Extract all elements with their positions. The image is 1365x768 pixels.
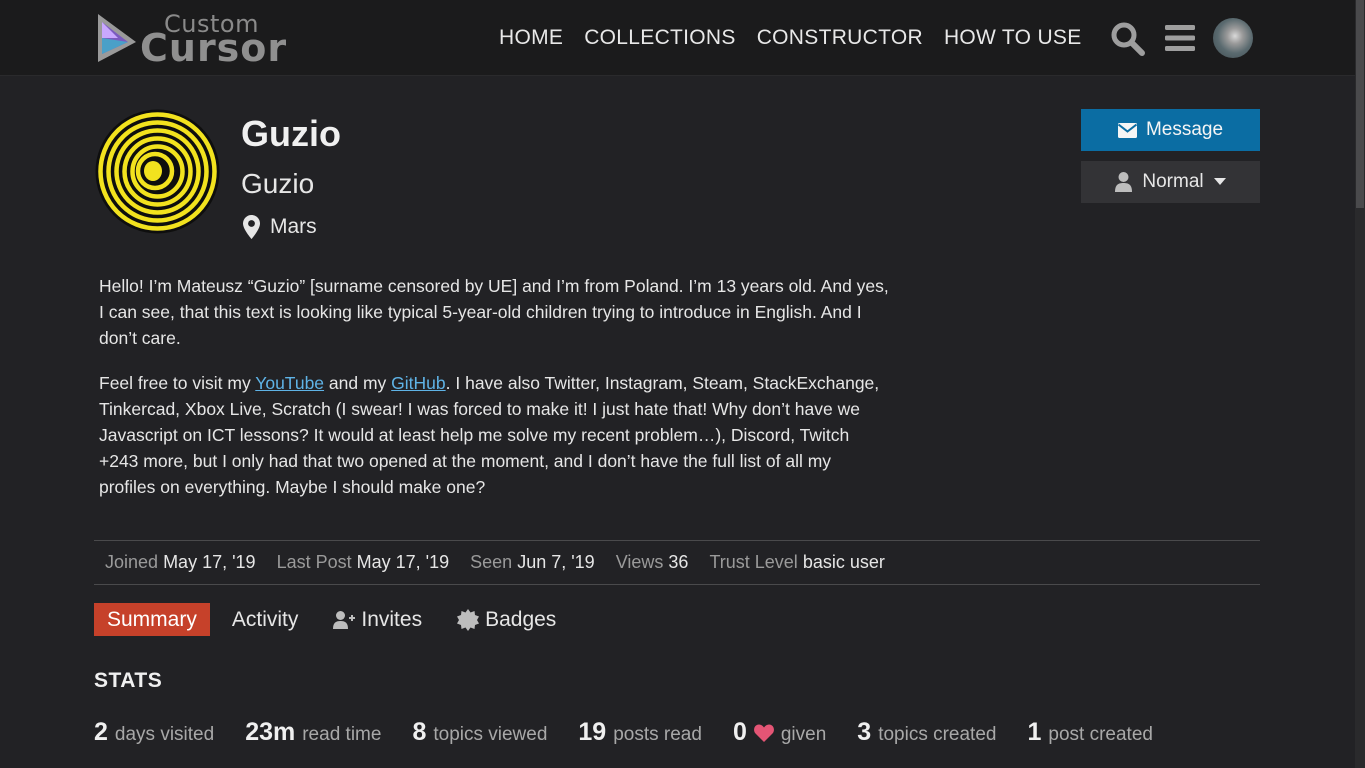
meta-seen: Seen Jun 7, '19 — [470, 552, 595, 572]
site-logo[interactable]: Custom Cursor — [96, 10, 286, 70]
search-icon[interactable] — [1110, 21, 1146, 57]
stats-heading: STATS — [94, 669, 163, 692]
site-header: Custom Cursor HOME COLLECTIONS CONSTRUCT… — [0, 0, 1355, 76]
tab-activity[interactable]: Activity — [219, 603, 312, 636]
nav-constructor[interactable]: CONSTRUCTOR — [757, 26, 923, 50]
meta-joined: Joined May 17, '19 — [105, 552, 256, 572]
notification-level-dropdown[interactable]: Normal — [1081, 161, 1260, 203]
nav-how-to-use[interactable]: HOW TO USE — [944, 26, 1082, 50]
tab-invites[interactable]: Invites — [320, 603, 435, 636]
youtube-link[interactable]: YouTube — [255, 373, 324, 393]
meta-trust-level: Trust Level basic user — [709, 552, 885, 572]
map-marker-icon — [243, 215, 260, 239]
bio-paragraph: Feel free to visit my YouTube and my Git… — [99, 373, 880, 497]
stats-list: 2 days visited 23m read time 8 topics viewe… — [94, 718, 1184, 747]
meta-views: Views 36 — [615, 552, 689, 572]
profile-bio: Hello! I’m Mateusz “Guzio” [surname cens… — [99, 273, 889, 519]
profile-full-name: Guzio — [241, 168, 315, 199]
message-button-label: Message — [1145, 119, 1224, 140]
caret-down-icon — [1213, 178, 1226, 185]
profile-username: Guzio — [241, 113, 341, 154]
logo-text-cursor: Cursor — [140, 26, 288, 70]
tab-summary[interactable]: Summary — [94, 603, 210, 636]
badge-icon — [457, 608, 480, 631]
current-user-avatar[interactable] — [1213, 18, 1253, 58]
profile-meta-bar: Joined May 17, '19 Last Post May 17, '19… — [94, 540, 1260, 585]
main-nav: HOME COLLECTIONS CONSTRUCTOR HOW TO USE — [499, 26, 1082, 50]
tab-badges[interactable]: Badges — [444, 603, 569, 636]
bio-paragraph: Hello! I’m Mateusz “Guzio” [surname cens… — [99, 276, 889, 348]
stat-topics-viewed: 8 topics viewed — [412, 718, 548, 746]
location-text: Mars — [270, 215, 317, 238]
stat-topics-created: 3 topics created — [857, 718, 997, 746]
message-button[interactable]: Message — [1081, 109, 1260, 151]
stat-read-time: 23m read time — [245, 718, 382, 746]
scrollbar-thumb[interactable] — [1356, 0, 1364, 208]
page-scrollbar[interactable] — [1355, 0, 1365, 768]
stat-likes-given: 0 given — [732, 718, 827, 746]
cursor-logo-icon — [98, 14, 136, 62]
meta-last-post: Last Post May 17, '19 — [276, 552, 450, 572]
hamburger-menu-icon[interactable] — [1165, 24, 1195, 52]
heart-icon — [753, 723, 774, 742]
envelope-icon — [1117, 122, 1137, 138]
nav-home[interactable]: HOME — [499, 26, 563, 50]
user-icon — [1115, 172, 1133, 192]
stat-posts-created: 1 post created — [1027, 718, 1153, 746]
github-link[interactable]: GitHub — [391, 373, 445, 393]
notification-level-label: Normal — [1142, 171, 1204, 192]
user-plus-icon — [333, 610, 356, 629]
profile-tabs: Summary Activity Invites Badges — [94, 603, 578, 636]
stat-posts-read: 19 posts read — [578, 718, 702, 746]
profile-location: Mars — [243, 215, 317, 239]
stat-days-visited: 2 days visited — [94, 718, 215, 746]
profile-avatar — [95, 109, 220, 234]
nav-collections[interactable]: COLLECTIONS — [584, 26, 736, 50]
